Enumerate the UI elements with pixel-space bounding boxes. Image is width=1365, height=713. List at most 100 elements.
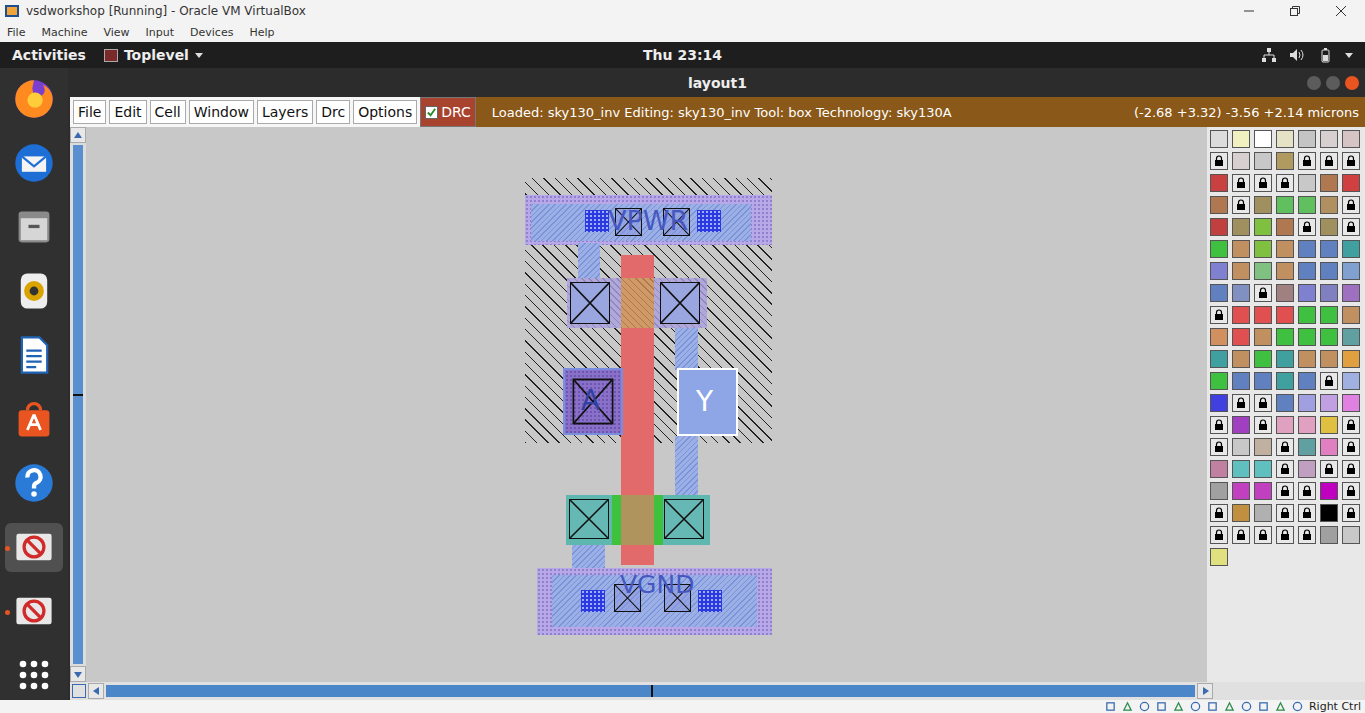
layer-swatch[interactable]: [1254, 416, 1272, 434]
layer-swatch[interactable]: [1342, 394, 1360, 412]
layer-swatch[interactable]: [1342, 526, 1360, 544]
scroll-track[interactable]: [73, 145, 83, 664]
layer-swatch[interactable]: [1320, 196, 1338, 214]
layer-swatch[interactable]: [1342, 284, 1360, 302]
layer-swatch[interactable]: [1298, 438, 1316, 456]
layer-swatch[interactable]: [1276, 372, 1294, 390]
layer-swatch[interactable]: [1320, 350, 1338, 368]
layer-swatch[interactable]: [1342, 152, 1360, 170]
via[interactable]: [698, 590, 722, 612]
layer-swatch[interactable]: [1298, 196, 1316, 214]
layer-swatch[interactable]: [1210, 416, 1228, 434]
menu-button[interactable]: Drc: [316, 100, 350, 124]
layer-swatch[interactable]: [1210, 350, 1228, 368]
layer-swatch[interactable]: [1320, 152, 1338, 170]
pmos-gate[interactable]: [621, 278, 654, 328]
layer-swatch[interactable]: [1298, 526, 1316, 544]
device-status-icon[interactable]: [1156, 701, 1167, 712]
horizontal-scrollbar[interactable]: [70, 682, 1365, 700]
dock-item[interactable]: [5, 330, 63, 379]
layer-swatch[interactable]: [1232, 460, 1250, 478]
layer-swatch[interactable]: [1320, 394, 1338, 412]
layer-swatch[interactable]: [1320, 372, 1338, 390]
layer-swatch[interactable]: [1276, 196, 1294, 214]
layer-swatch[interactable]: [1210, 526, 1228, 544]
layer-swatch[interactable]: [1210, 130, 1228, 148]
drc-checkbox[interactable]: [425, 106, 438, 119]
host-menu-item[interactable]: Machine: [41, 26, 87, 39]
layer-swatch[interactable]: [1276, 328, 1294, 346]
layer-swatch[interactable]: [1342, 504, 1360, 522]
layer-swatch[interactable]: [1298, 240, 1316, 258]
layer-swatch[interactable]: [1210, 438, 1228, 456]
layer-swatch[interactable]: [1210, 306, 1228, 324]
minimize-icon[interactable]: [1307, 76, 1321, 90]
layer-swatch[interactable]: [1232, 328, 1250, 346]
layer-swatch[interactable]: [1320, 438, 1338, 456]
via[interactable]: [585, 210, 609, 232]
layer-swatch[interactable]: [1276, 438, 1294, 456]
layer-swatch[interactable]: [1320, 328, 1338, 346]
layer-swatch[interactable]: [1298, 416, 1316, 434]
layer-swatch[interactable]: [1320, 218, 1338, 236]
layer-swatch[interactable]: [1232, 218, 1250, 236]
host-menu-item[interactable]: Devices: [190, 26, 233, 39]
layer-swatch[interactable]: [1232, 152, 1250, 170]
layer-swatch[interactable]: [1342, 328, 1360, 346]
layer-swatch[interactable]: [1342, 240, 1360, 258]
layer-swatch[interactable]: [1210, 152, 1228, 170]
scroll-thumb[interactable]: [73, 394, 83, 396]
dock-item[interactable]: [5, 394, 63, 443]
layer-swatch[interactable]: [1254, 196, 1272, 214]
layer-swatch[interactable]: [1210, 262, 1228, 280]
layer-swatch[interactable]: [1210, 482, 1228, 500]
layer-swatch[interactable]: [1210, 284, 1228, 302]
layer-swatch[interactable]: [1320, 504, 1338, 522]
layer-swatch[interactable]: [1232, 482, 1250, 500]
device-status-icon[interactable]: [1122, 701, 1133, 712]
layer-swatch[interactable]: [1298, 328, 1316, 346]
menu-button[interactable]: File: [73, 100, 106, 124]
device-status-icon[interactable]: [1292, 701, 1303, 712]
layer-swatch[interactable]: [1276, 262, 1294, 280]
layer-swatch[interactable]: [1276, 218, 1294, 236]
layer-swatch[interactable]: [1342, 416, 1360, 434]
layer-swatch[interactable]: [1232, 372, 1250, 390]
layer-swatch[interactable]: [1254, 284, 1272, 302]
layer-swatch[interactable]: [1276, 460, 1294, 478]
device-status-icon[interactable]: [1173, 701, 1184, 712]
device-status-icon[interactable]: [1258, 701, 1269, 712]
restore-icon[interactable]: [1289, 5, 1301, 17]
layer-swatch[interactable]: [1254, 504, 1272, 522]
menu-button[interactable]: Window: [189, 100, 254, 124]
layer-swatch[interactable]: [1254, 262, 1272, 280]
layer-swatch[interactable]: [1320, 460, 1338, 478]
layer-swatch[interactable]: [1276, 284, 1294, 302]
layer-swatch[interactable]: [1320, 174, 1338, 192]
menu-button[interactable]: Layers: [257, 100, 313, 124]
layer-swatch[interactable]: [1276, 240, 1294, 258]
host-menu-item[interactable]: Input: [146, 26, 174, 39]
layer-swatch[interactable]: [1276, 174, 1294, 192]
device-status-icon[interactable]: [1241, 701, 1252, 712]
layer-swatch[interactable]: [1254, 174, 1272, 192]
layer-swatch[interactable]: [1232, 130, 1250, 148]
dock-item[interactable]: [5, 459, 63, 508]
device-status-icon[interactable]: [1275, 701, 1286, 712]
layer-swatch[interactable]: [1232, 394, 1250, 412]
layer-swatch[interactable]: [1342, 174, 1360, 192]
clock[interactable]: Thu 23:14: [643, 47, 722, 63]
host-menu-item[interactable]: View: [103, 26, 129, 39]
layer-swatch[interactable]: [1232, 284, 1250, 302]
scroll-left-icon[interactable]: [88, 683, 104, 699]
dock-item[interactable]: [5, 202, 63, 251]
layer-swatch[interactable]: [1254, 306, 1272, 324]
layer-swatch[interactable]: [1320, 526, 1338, 544]
minimize-icon[interactable]: [1243, 5, 1255, 17]
system-tray[interactable]: [1261, 47, 1365, 63]
scroll-right-icon[interactable]: [1197, 683, 1213, 699]
layer-swatch[interactable]: [1232, 416, 1250, 434]
layer-swatch[interactable]: [1232, 438, 1250, 456]
device-status-icon[interactable]: [1224, 701, 1235, 712]
layer-swatch[interactable]: [1276, 152, 1294, 170]
